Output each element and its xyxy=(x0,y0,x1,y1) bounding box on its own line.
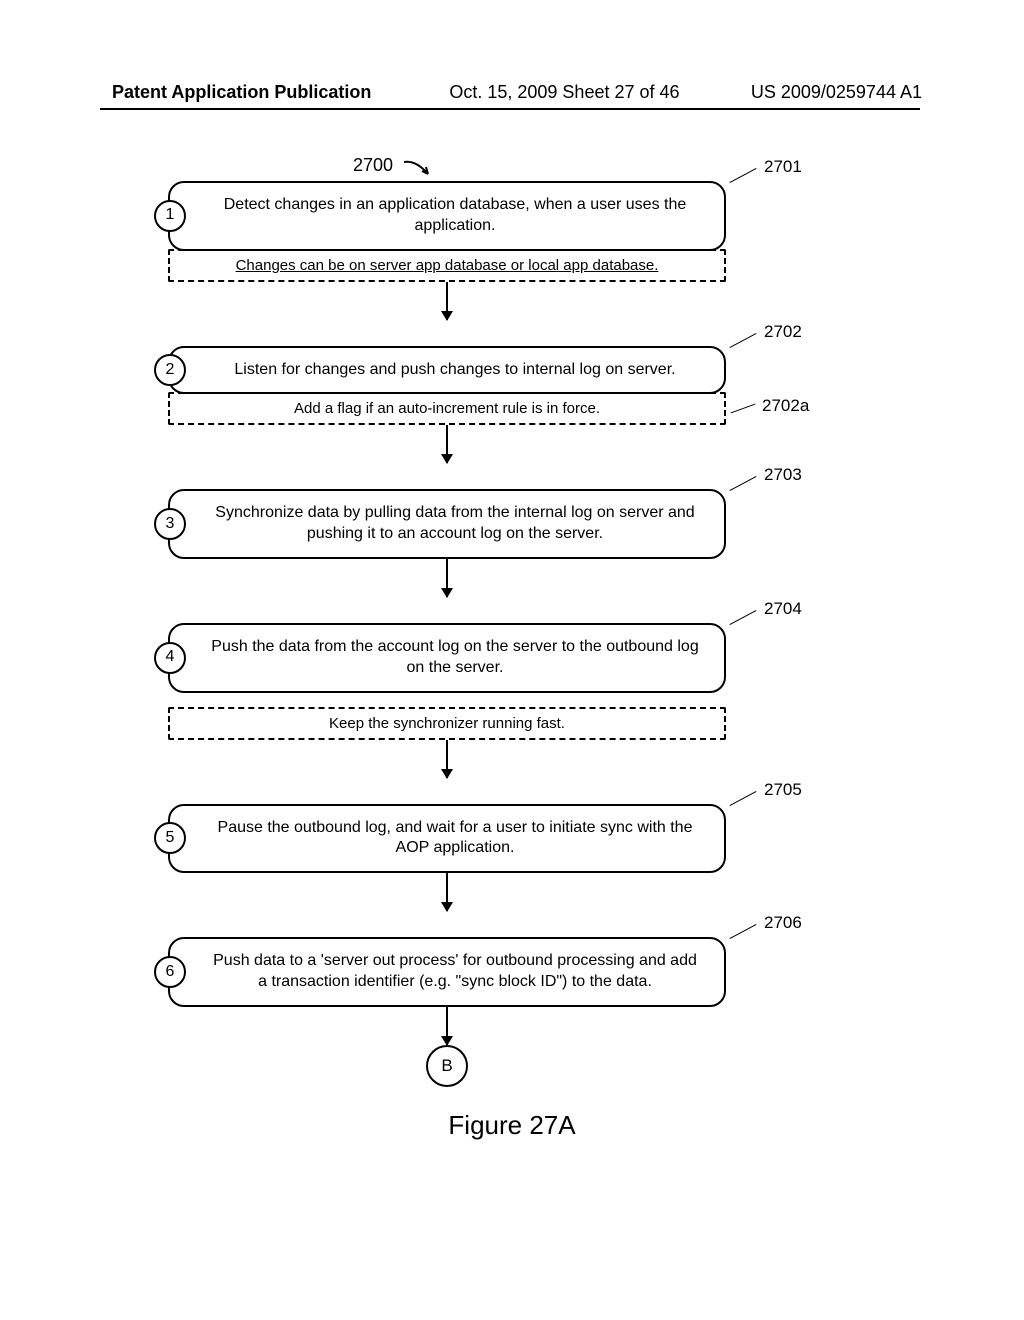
reference-lead xyxy=(730,333,757,348)
reference-number: 2702a xyxy=(762,396,809,416)
flowchart-diagram: 2700 2701 1Detect changes in an applicati… xyxy=(168,155,868,1087)
step-number-badge: 1 xyxy=(154,200,186,232)
off-page-connector: B xyxy=(426,1045,468,1087)
flow-arrow-icon xyxy=(446,282,448,320)
header-divider xyxy=(100,108,920,110)
step-text: Pause the outbound log, and wait for a u… xyxy=(210,818,700,860)
step-text: Synchronize data by pulling data from th… xyxy=(210,503,700,545)
flowchart-step: 3Synchronize data by pulling data from t… xyxy=(168,489,726,559)
reference-lead xyxy=(730,610,757,625)
page-header: Patent Application Publication Oct. 15, … xyxy=(0,82,1024,103)
flowchart-step: 4Push the data from the account log on t… xyxy=(168,623,726,693)
reference-number: 2702 xyxy=(764,322,802,342)
step-text: Push the data from the account log on th… xyxy=(210,637,700,679)
flowchart-step: 2Listen for changes and push changes to … xyxy=(168,346,726,395)
reference-number: 2703 xyxy=(764,465,802,485)
header-docnum: US 2009/0259744 A1 xyxy=(751,82,922,103)
reference-lead xyxy=(731,404,756,414)
step-text: Push data to a 'server out process' for … xyxy=(210,951,700,993)
reference-lead xyxy=(730,168,757,183)
flow-arrow-icon xyxy=(446,740,448,778)
header-publication: Patent Application Publication xyxy=(112,82,371,103)
step-number-badge: 5 xyxy=(154,822,186,854)
flowchart-step: 1Detect changes in an application databa… xyxy=(168,181,726,251)
reference-number: 2704 xyxy=(764,599,802,619)
header-date-sheet: Oct. 15, 2009 Sheet 27 of 46 xyxy=(449,82,679,103)
reference-number: 2706 xyxy=(764,913,802,933)
flow-arrow-icon xyxy=(446,425,448,463)
reference-lead xyxy=(730,924,757,939)
reference-number: 2705 xyxy=(764,780,802,800)
figure-reference-arrow-icon xyxy=(402,158,436,180)
step-text: Detect changes in an application databas… xyxy=(210,195,700,237)
step-sub-note: Keep the synchronizer running fast. xyxy=(168,707,726,740)
reference-lead xyxy=(730,476,757,491)
step-number-badge: 3 xyxy=(154,508,186,540)
step-number-badge: 4 xyxy=(154,642,186,674)
reference-number: 2701 xyxy=(764,157,802,177)
flowchart-step: 5Pause the outbound log, and wait for a … xyxy=(168,804,726,874)
figure-caption: Figure 27A xyxy=(0,1110,1024,1141)
flow-arrow-icon xyxy=(446,1007,448,1045)
reference-lead xyxy=(730,791,757,806)
step-number-badge: 2 xyxy=(154,354,186,386)
step-text: Listen for changes and push changes to i… xyxy=(210,360,700,381)
step-sub-note: Add a flag if an auto-increment rule is … xyxy=(168,392,726,425)
step-sub-text: Add a flag if an auto-increment rule is … xyxy=(294,400,600,417)
figure-reference-number: 2700 xyxy=(353,155,393,176)
step-sub-text: Keep the synchronizer running fast. xyxy=(329,715,565,732)
step-number-badge: 6 xyxy=(154,956,186,988)
step-sub-note: Changes can be on server app database or… xyxy=(168,249,726,282)
flow-arrow-icon xyxy=(446,559,448,597)
flow-arrow-icon xyxy=(446,873,448,911)
step-sub-text: Changes can be on server app database or… xyxy=(236,257,659,274)
flowchart-step: 6Push data to a 'server out process' for… xyxy=(168,937,726,1007)
connector-label: B xyxy=(441,1056,452,1076)
